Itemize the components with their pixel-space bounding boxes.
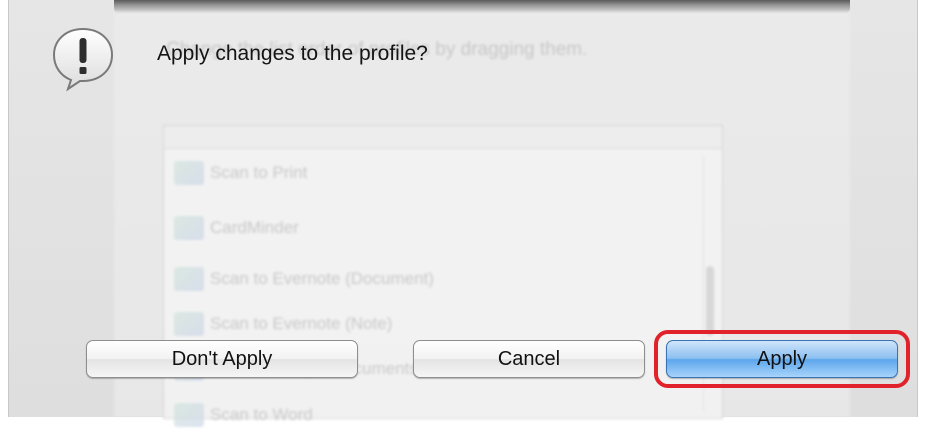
alert-exclamation-icon <box>52 27 114 92</box>
apply-button[interactable]: Apply <box>666 340 898 378</box>
list-item: Scan to Word <box>174 398 674 432</box>
alert-message: Apply changes to the profile? <box>157 42 428 65</box>
list-item: Scan to Print <box>174 156 674 190</box>
list-item: Scan to Evernote (Document) <box>174 262 674 296</box>
card-icon <box>174 216 204 240</box>
cancel-button[interactable]: Cancel <box>413 340 645 378</box>
printer-icon <box>174 161 204 185</box>
profile-label: CardMinder <box>210 218 299 237</box>
evernote-document-icon <box>174 267 204 291</box>
list-item: Scan to Evernote (Note) <box>174 307 674 341</box>
list-item: CardMinder <box>174 211 674 245</box>
word-icon <box>174 403 204 427</box>
profile-label: Scan to Print <box>210 163 308 182</box>
profile-label: Scan to Evernote (Document) <box>210 269 434 288</box>
evernote-note-icon <box>174 312 204 336</box>
profile-label: Scan to Word <box>210 405 313 424</box>
profile-list-header <box>164 126 722 149</box>
scroll-thumb <box>706 266 714 336</box>
dont-apply-button[interactable]: Don't Apply <box>86 340 358 378</box>
profile-label: Scan to Evernote (Note) <box>210 314 393 333</box>
